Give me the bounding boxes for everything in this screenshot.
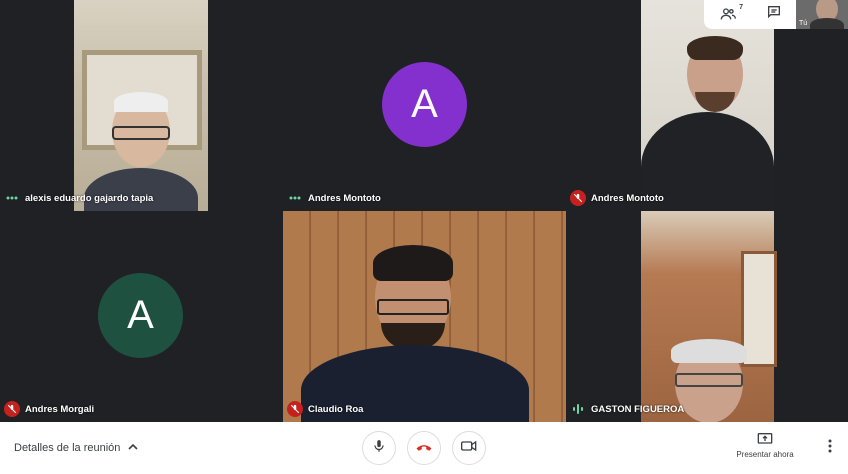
- mic-off-icon: [287, 401, 303, 417]
- microphone-button[interactable]: [362, 431, 396, 465]
- participant-name-row: Andres Morgali: [4, 400, 94, 418]
- participant-video: [74, 0, 208, 211]
- participant-name: Andres Morgali: [25, 403, 95, 415]
- participant-tile-5[interactable]: Claudio Roa: [283, 211, 566, 422]
- mic-off-icon: [570, 190, 586, 206]
- speaking-indicator-icon: [4, 190, 20, 206]
- participant-tile-1[interactable]: alexis eduardo gajardo tapia: [0, 0, 283, 211]
- participant-tile-3[interactable]: Andres Montoto: [566, 0, 848, 211]
- avatar-letter: A: [411, 82, 438, 126]
- hang-up-icon: [415, 439, 433, 457]
- participant-video: [283, 211, 566, 422]
- participant-name-row: Andres Montoto: [570, 189, 664, 207]
- chevron-up-icon: [128, 442, 138, 454]
- chat-button[interactable]: [752, 0, 796, 29]
- mic-off-icon: [4, 401, 20, 417]
- participant-name: Andres Montoto: [591, 192, 664, 204]
- present-now-button[interactable]: Presentar ahora: [728, 432, 802, 459]
- people-button[interactable]: 7: [708, 0, 752, 29]
- self-view[interactable]: Tú: [796, 0, 848, 29]
- participant-name-row: Claudio Roa: [287, 400, 363, 418]
- bottom-bar: Detalles de la reunión Presentar ahora: [0, 422, 848, 474]
- participant-name-row: GASTON FIGUEROA: [570, 400, 684, 418]
- people-count: 7: [739, 3, 743, 11]
- avatar-letter: A: [127, 293, 154, 337]
- participant-name: Andres Montoto: [308, 192, 381, 204]
- chat-icon: [766, 4, 782, 25]
- participant-name-row: alexis eduardo gajardo tapia: [4, 189, 153, 207]
- participant-avatar: A: [382, 62, 467, 147]
- participant-name: Claudio Roa: [308, 403, 364, 415]
- meeting-details-label: Detalles de la reunión: [14, 442, 121, 454]
- end-call-button[interactable]: [407, 431, 441, 465]
- participant-video: [641, 211, 777, 422]
- participant-name-row: Andres Montoto: [287, 189, 381, 207]
- participant-tile-2[interactable]: A Andres Montoto: [283, 0, 566, 211]
- participant-name: alexis eduardo gajardo tapia: [25, 192, 154, 204]
- speaking-indicator-icon: [287, 190, 303, 206]
- participant-tile-6[interactable]: GASTON FIGUEROA: [566, 211, 848, 422]
- more-options-button[interactable]: [820, 434, 840, 462]
- self-view-label: Tú: [799, 20, 808, 27]
- speaking-indicator-icon: [570, 401, 586, 417]
- participant-name: GASTON FIGUEROA: [591, 403, 685, 415]
- people-icon: 7: [719, 3, 743, 24]
- meeting-details-button[interactable]: Detalles de la reunión: [14, 422, 138, 474]
- more-vert-icon: [828, 439, 832, 458]
- video-grid: alexis eduardo gajardo tapia A Andres Mo…: [0, 0, 848, 422]
- participant-tile-4[interactable]: A Andres Morgali: [0, 211, 283, 422]
- participant-avatar: A: [98, 273, 183, 358]
- present-screen-icon: [757, 432, 773, 448]
- camera-button[interactable]: [452, 431, 486, 465]
- present-now-label: Presentar ahora: [736, 450, 794, 459]
- microphone-icon: [372, 438, 386, 459]
- participant-video: [641, 0, 774, 211]
- camera-icon: [461, 439, 477, 457]
